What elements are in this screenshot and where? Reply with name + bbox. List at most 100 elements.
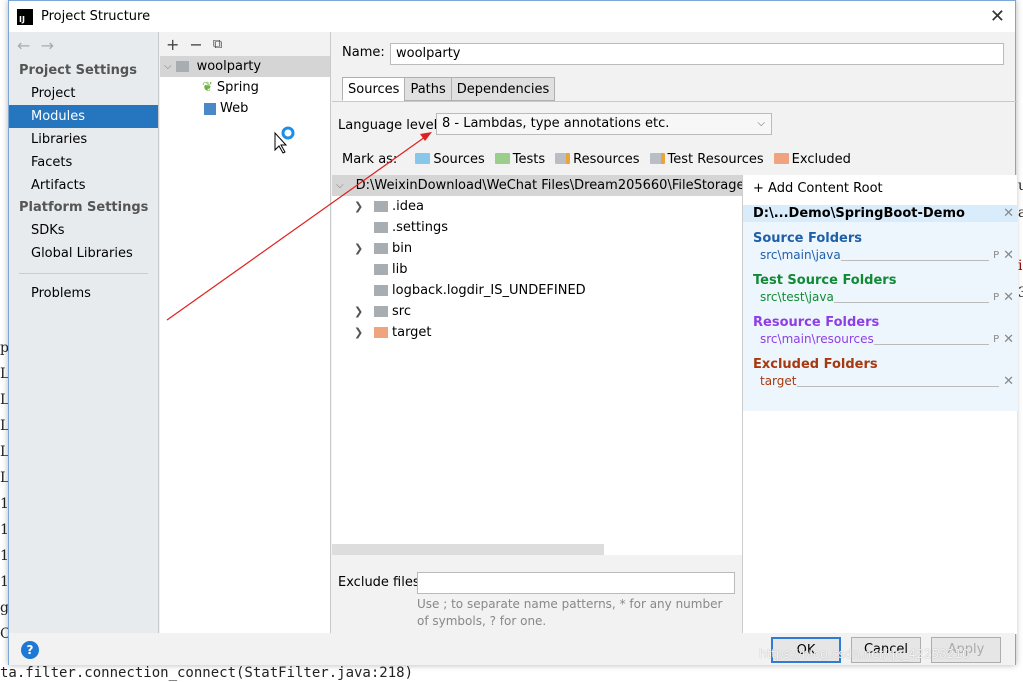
intellij-logo-icon: IJ (17, 8, 33, 25)
language-level-label: Language level: (338, 118, 442, 133)
chevron-right-icon[interactable]: ❯ (354, 322, 374, 343)
chevron-right-icon[interactable]: ❯ (354, 238, 374, 259)
spring-leaf-icon: ❦ (202, 80, 213, 95)
name-input[interactable]: woolparty (390, 43, 1004, 65)
sidebar-item-sdks[interactable]: SDKs (9, 219, 158, 242)
mark-label: Sources (433, 152, 485, 167)
module-details: Name: woolparty Sources Paths Dependenci… (332, 32, 1018, 634)
bg-text: a (1018, 205, 1023, 221)
folder-icon (374, 285, 388, 296)
remove-folder-icon[interactable]: ✕ (1003, 332, 1014, 347)
sidebar-item-facets[interactable]: Facets (9, 151, 158, 174)
mark-sources-button[interactable]: Sources (415, 152, 485, 167)
module-folder-icon (175, 61, 189, 72)
folder-row[interactable]: ❯ src (332, 301, 742, 322)
add-content-root-button[interactable]: + Add Content Root (753, 181, 883, 196)
folder-row[interactable]: lib (332, 259, 742, 280)
folder-name: target (392, 325, 432, 340)
title-bar: IJ Project Structure ✕ (9, 1, 1015, 32)
chevron-down-icon[interactable]: ⌵ (336, 175, 344, 196)
sidebar-item-global-libraries[interactable]: Global Libraries (9, 242, 158, 265)
folder-row[interactable]: logback.logdir_IS_UNDEFINED (332, 280, 742, 301)
folder-group: Source Folders src\main\java P ✕ (743, 231, 1018, 264)
window-title: Project Structure (41, 9, 151, 24)
web-facet-icon (204, 102, 216, 115)
mark-test-resources-button[interactable]: Test Resources (649, 152, 764, 167)
sidebar-item-project[interactable]: Project (9, 82, 158, 105)
mark-label: Excluded (791, 152, 851, 167)
folder-entry: target ✕ (743, 372, 1018, 390)
group-title: Test Source Folders (753, 273, 897, 288)
folder-row[interactable]: ❯ target (332, 322, 742, 343)
horizontal-scrollbar[interactable] (332, 544, 604, 555)
mark-as-label: Mark as: (342, 152, 398, 167)
dialog-footer: ? OK Cancel Apply https://blog.csdn.net/… (9, 633, 1015, 665)
sidebar-item-problems[interactable]: Problems (9, 282, 158, 305)
exclude-files-label: Exclude files: (338, 575, 425, 590)
content-root-row[interactable]: ⌵ D:\WeixinDownload\WeChat Files\Dream20… (332, 175, 742, 196)
divider (796, 375, 1000, 387)
folder-path: src\main\resources (760, 332, 874, 346)
resources-folder-icon (555, 153, 571, 164)
group-title: Resource Folders (753, 315, 880, 330)
folder-path: src\main\java (760, 248, 841, 262)
mark-resources-button[interactable]: Resources (555, 152, 640, 167)
mark-label: Resources (573, 152, 640, 167)
sidebar-item-modules[interactable]: Modules (9, 105, 158, 128)
remove-folder-icon[interactable]: ✕ (1003, 290, 1014, 305)
exclude-files-input[interactable] (417, 572, 735, 594)
back-arrow-icon[interactable]: ← (17, 36, 30, 55)
sources-folder-icon (415, 153, 431, 164)
tab-paths[interactable]: Paths (404, 77, 452, 101)
properties-icon[interactable]: P (993, 292, 999, 303)
group-title: Source Folders (753, 231, 863, 246)
tab-sources[interactable]: Sources (342, 77, 406, 101)
sidebar-item-artifacts[interactable]: Artifacts (9, 174, 158, 197)
forward-arrow-icon[interactable]: → (41, 36, 54, 55)
mark-excluded-button[interactable]: Excluded (773, 152, 851, 167)
tab-dependencies[interactable]: Dependencies (450, 77, 556, 101)
sidebar-item-libraries[interactable]: Libraries (9, 128, 158, 151)
folder-icon (374, 222, 388, 233)
copy-icon[interactable]: ⧉ (213, 37, 222, 52)
content-root-details: D:\...Demo\SpringBoot-Demo ✕ Source Fold… (743, 205, 1018, 411)
mark-as-toolbar: Mark as: Sources Tests Resources Test Re… (342, 152, 851, 167)
folder-entry: src\main\java P ✕ (743, 246, 1018, 264)
chevron-down-icon: ⌵ (757, 118, 765, 129)
facet-web[interactable]: Web (160, 98, 330, 119)
facet-name: Web (220, 101, 249, 116)
remove-icon[interactable]: − (189, 35, 202, 54)
bg-text-bottom: ta.filter.connection_connect(StatFilter.… (0, 665, 414, 681)
folder-group: Test Source Folders src\test\java P ✕ (743, 273, 1018, 306)
folder-entry: src\test\java P ✕ (743, 288, 1018, 306)
language-level-dropdown[interactable]: 8 - Lambdas, type annotations etc. ⌵ (436, 113, 772, 135)
excluded-folder-icon (773, 153, 789, 164)
folder-icon (374, 201, 388, 212)
remove-root-icon[interactable]: ✕ (1003, 206, 1014, 221)
facet-name: Spring (216, 80, 259, 95)
divider (833, 291, 990, 303)
chevron-down-icon[interactable]: ⌵ (164, 56, 172, 77)
mark-tests-button[interactable]: Tests (494, 152, 545, 167)
remove-folder-icon[interactable]: ✕ (1003, 374, 1014, 389)
folder-row[interactable]: .settings (332, 217, 742, 238)
folder-row[interactable]: ❯ .idea (332, 196, 742, 217)
modules-tree: + − ⧉ ⌵ woolparty ❦ Spring Web (160, 32, 331, 633)
settings-sidebar: ← → Project Settings Project Modules Lib… (9, 32, 159, 633)
close-icon[interactable]: ✕ (990, 6, 1005, 27)
divider (873, 333, 990, 345)
plus-icon: + (753, 181, 769, 196)
chevron-right-icon[interactable]: ❯ (354, 301, 374, 322)
add-icon[interactable]: + (166, 35, 179, 54)
facet-spring[interactable]: ❦ Spring (160, 77, 330, 98)
watermark: https://blog.csdn.net/qq_42258210 (759, 647, 970, 661)
module-woolparty[interactable]: ⌵ woolparty (160, 56, 330, 77)
properties-icon[interactable]: P (993, 250, 999, 261)
chevron-right-icon[interactable]: ❯ (354, 196, 374, 217)
help-icon[interactable]: ? (21, 641, 39, 659)
remove-folder-icon[interactable]: ✕ (1003, 248, 1014, 263)
folder-group: Resource Folders src\main\resources P ✕ (743, 315, 1018, 348)
folder-name: .idea (392, 199, 424, 214)
folder-row[interactable]: ❯ bin (332, 238, 742, 259)
properties-icon[interactable]: P (993, 334, 999, 345)
